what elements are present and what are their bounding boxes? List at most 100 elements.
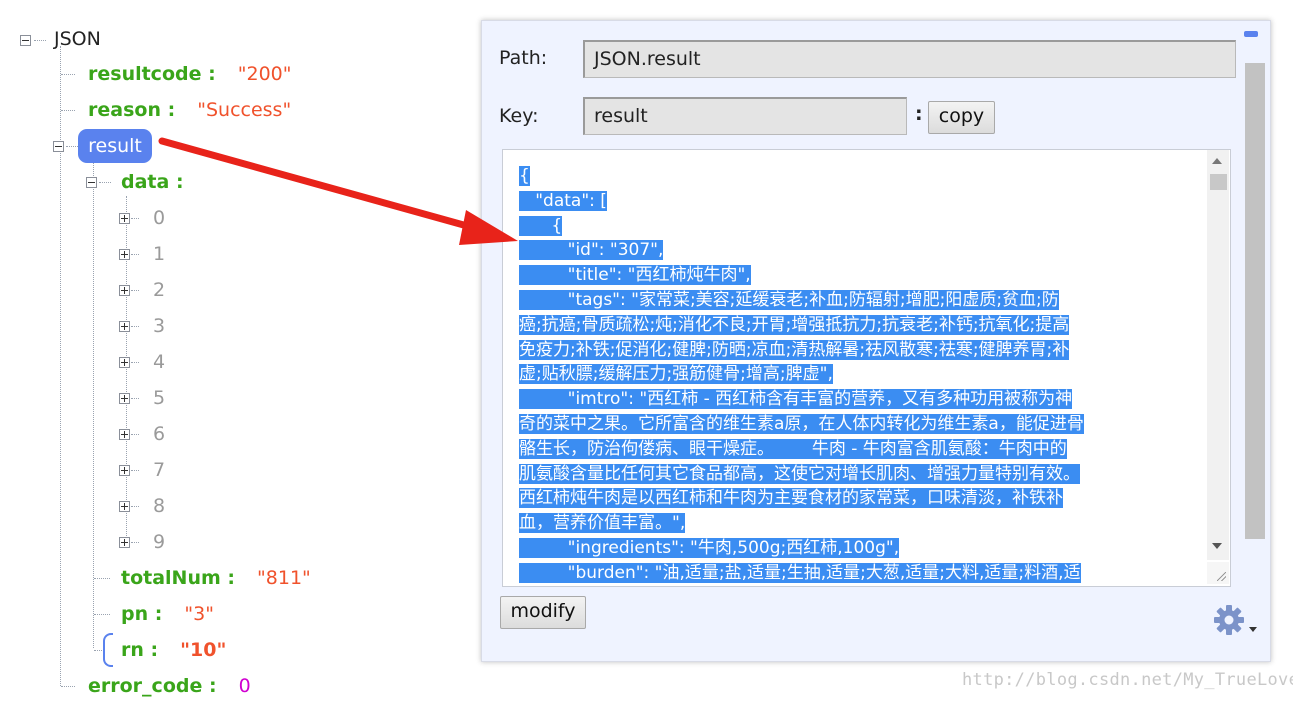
modify-button[interactable]: modify <box>500 596 586 629</box>
expand-toggle-item[interactable] <box>119 465 130 476</box>
collapse-toggle-result[interactable] <box>53 141 64 152</box>
expand-toggle-item[interactable] <box>119 357 130 368</box>
tree-connector <box>61 686 75 687</box>
code-line: "imtro": "西红柿 - 西红柿含有丰富的营养，又有多种功用被称为神 <box>519 387 1189 412</box>
selected-text: { <box>519 166 530 186</box>
json-code-content[interactable]: { "data": [ { "id": "307", "title": "西红柿… <box>519 164 1189 586</box>
path-label: Path: <box>499 47 548 69</box>
panel-scroll-up-icon[interactable] <box>1244 31 1258 37</box>
editor-scroll-thumb[interactable] <box>1210 174 1227 190</box>
selected-text: "burden": "油,适量;盐,适量;生抽,适量;大葱,适量;大料,适量;料… <box>519 562 1081 583</box>
tree-item-5[interactable]: 5 <box>153 386 165 410</box>
tree-node-result-selected[interactable]: result <box>78 129 152 163</box>
code-line: 癌;抗癌;骨质疏松;炖;消化不良;开胃;增强抵抗力;抗衰老;补钙;抗氧化;提高 <box>519 313 1189 338</box>
selected-text: { <box>519 215 563 236</box>
node-key: data : <box>121 171 184 193</box>
node-key: totalNum : <box>121 567 235 589</box>
selected-text: 血，营养价值丰富。", <box>519 513 686 534</box>
collapse-toggle-data[interactable] <box>86 177 97 188</box>
tree-node-totalnum[interactable]: totalNum : "811" <box>121 566 311 590</box>
path-field[interactable]: JSON.result <box>583 40 1236 78</box>
node-value: "Success" <box>197 99 292 121</box>
node-value: 0 <box>238 675 251 697</box>
tree-connector <box>66 146 78 147</box>
tree-node-rn[interactable]: rn : "10" <box>121 638 226 662</box>
tree-connector <box>131 362 139 363</box>
node-key: error_code : <box>88 675 217 697</box>
tree-connector <box>61 110 75 111</box>
tree-connector <box>131 290 139 291</box>
key-field[interactable]: result <box>583 97 907 135</box>
tree-guide-line <box>93 160 94 648</box>
code-line: 肌氨酸含量比任何其它食品都高，这使它对增长肌肉、增强力量特别有效。 <box>519 462 1189 487</box>
tree-node-resultcode[interactable]: resultcode : "200" <box>88 62 292 86</box>
node-value: "3" <box>184 603 214 625</box>
tree-connector <box>99 182 111 183</box>
collapse-toggle-root[interactable] <box>20 35 31 46</box>
node-value: "811" <box>257 567 311 589</box>
scroll-up-arrow-icon[interactable] <box>1212 158 1222 164</box>
tree-connector <box>61 74 75 75</box>
code-line: 骼生长，防治佝偻病、眼干燥症。 牛肉 - 牛肉富含肌氨酸：牛肉中的 <box>519 437 1189 462</box>
tree-node-error-code[interactable]: error_code : 0 <box>88 674 251 698</box>
selected-text: 肌氨酸含量比任何其它食品都高，这使它对增长肌肉、增强力量特别有效。 <box>519 463 1080 484</box>
tree-item-3[interactable]: 3 <box>153 314 165 338</box>
copy-button[interactable]: copy <box>928 101 995 134</box>
code-line: { <box>519 164 1189 189</box>
selected-text: "ingredients": "牛肉,500g;西红柿,100g", <box>519 537 900 558</box>
tree-item-6[interactable]: 6 <box>153 422 165 446</box>
scroll-down-arrow-icon[interactable] <box>1212 543 1222 549</box>
selected-text: 免疫力;补铁;促消化;健脾;防晒;凉血;清热解暑;祛风散寒;祛寒;健脾养胃;补 <box>519 339 1070 360</box>
tree-node-pn[interactable]: pn : "3" <box>121 602 214 626</box>
expand-toggle-item[interactable] <box>119 429 130 440</box>
expand-toggle-item[interactable] <box>119 285 130 296</box>
selected-text: "imtro": "西红柿 - 西红柿含有丰富的营养，又有多种功用被称为神 <box>519 389 1073 410</box>
expand-toggle-item[interactable] <box>119 501 130 512</box>
node-key: resultcode : <box>88 63 216 85</box>
tree-item-0[interactable]: 0 <box>153 206 165 230</box>
key-colon: : <box>915 103 923 125</box>
selected-text: 虚;贴秋膘;缓解压力;强筋健骨;增高;脾虚", <box>519 364 833 385</box>
tree-connector <box>131 542 139 543</box>
json-editor-textarea[interactable]: { "data": [ { "id": "307", "title": "西红柿… <box>502 149 1231 587</box>
expand-toggle-item[interactable] <box>119 249 130 260</box>
tree-connector <box>131 326 139 327</box>
selected-text: "data": [ <box>519 190 607 211</box>
code-line: 虚;贴秋膘;缓解压力;强筋健骨;增高;脾虚", <box>519 362 1189 387</box>
key-label: Key: <box>499 105 539 127</box>
selected-text: 奇的菜中之果。它所富含的维生素a原，在人体内转化为维生素a，能促进骨 <box>519 413 1084 434</box>
expand-toggle-item[interactable] <box>119 537 130 548</box>
panel-scroll-thumb[interactable] <box>1245 63 1265 539</box>
tree-item-4[interactable]: 4 <box>153 350 165 374</box>
tree-item-2[interactable]: 2 <box>153 278 165 302</box>
node-key: reason : <box>88 99 176 121</box>
code-line: 奇的菜中之果。它所富含的维生素a原，在人体内转化为维生素a，能促进骨 <box>519 412 1189 437</box>
node-value: "200" <box>237 63 292 85</box>
gear-icon[interactable] <box>1213 604 1245 636</box>
expand-toggle-item[interactable] <box>119 213 130 224</box>
panel-scrollbar[interactable] <box>1245 63 1265 539</box>
tree-item-7[interactable]: 7 <box>153 458 165 482</box>
tree-connector <box>34 40 46 41</box>
selected-text: 骼生长，防治佝偻病、眼干燥症。 牛肉 - 牛肉富含肌氨酸：牛肉中的 <box>519 438 1067 459</box>
node-key: rn : <box>121 639 159 661</box>
expand-toggle-item[interactable] <box>119 393 130 404</box>
tree-node-data[interactable]: data : <box>121 170 184 194</box>
expand-toggle-item[interactable] <box>119 321 130 332</box>
code-line: "data": [ <box>519 189 1189 214</box>
tree-item-1[interactable]: 1 <box>153 242 165 266</box>
panel-scroll-down-icon[interactable] <box>1249 627 1257 632</box>
resize-grip-icon[interactable] <box>1207 562 1229 584</box>
code-line: "burden": "油,适量;盐,适量;生抽,适量;大葱,适量;大料,适量;料… <box>519 561 1189 586</box>
code-line: 西红柿炖牛肉是以西红柿和牛肉为主要食材的家常菜，口味清淡，补铁补 <box>519 486 1189 511</box>
hover-bracket <box>103 633 113 667</box>
editor-scrollbar[interactable] <box>1207 150 1229 560</box>
code-line: 免疫力;补铁;促消化;健脾;防晒;凉血;清热解暑;祛风散寒;祛寒;健脾养胃;补 <box>519 338 1189 363</box>
detail-panel: Path: JSON.result Key: result : copy { "… <box>481 20 1271 662</box>
tree-root-label[interactable]: JSON <box>54 27 101 51</box>
tree-node-reason[interactable]: reason : "Success" <box>88 98 291 122</box>
tree-item-8[interactable]: 8 <box>153 494 165 518</box>
tree-item-9[interactable]: 9 <box>153 530 165 554</box>
code-line: { <box>519 214 1189 239</box>
json-tree: JSON resultcode : "200" reason : "Succes… <box>0 0 480 702</box>
